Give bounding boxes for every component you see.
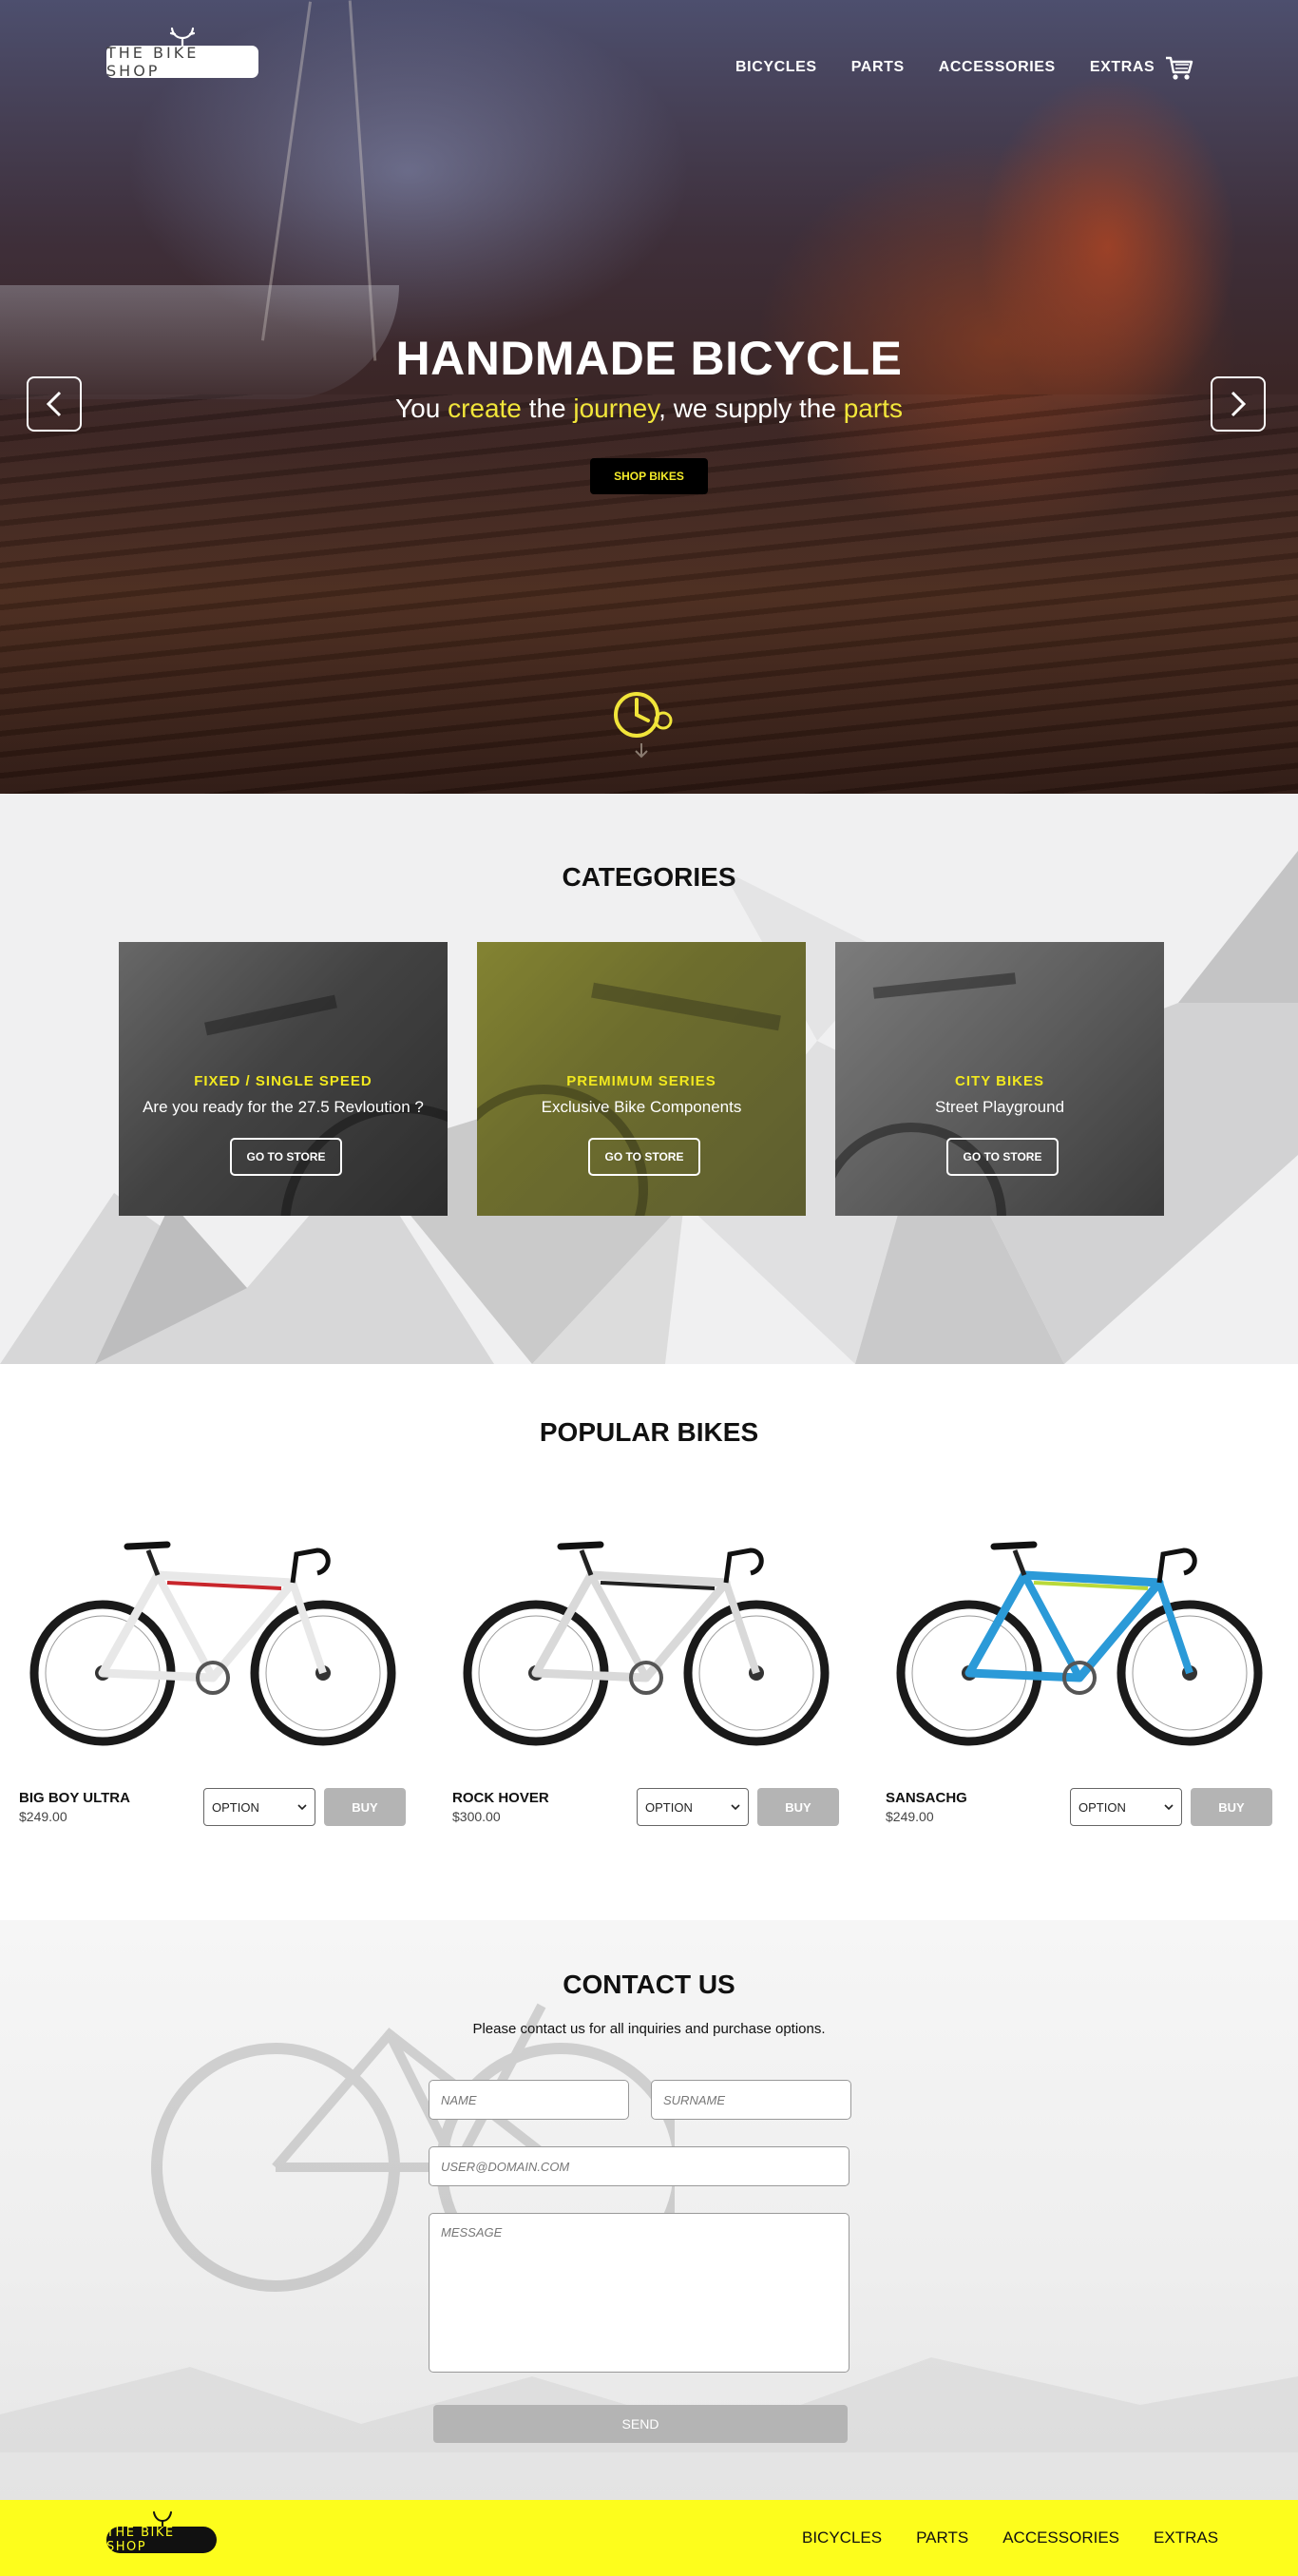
- bike-handlebar: [1156, 1548, 1197, 1584]
- bike-name: ROCK HOVER: [452, 1790, 549, 1806]
- bike-price: $249.00: [19, 1809, 67, 1824]
- hero-title: HANDMADE BICYCLE: [395, 332, 903, 385]
- bike-seat-post: [145, 1549, 161, 1576]
- bike-option-value: OPTION: [645, 1799, 693, 1815]
- category-card-city[interactable]: CITY BIKES Street Playground GO TO STORE: [835, 942, 1164, 1216]
- chevron-down-icon: [1164, 1804, 1174, 1811]
- hero-subtitle-text: , we supply the: [659, 394, 844, 423]
- bike-frame-tubes: [154, 1573, 327, 1680]
- bike-card: BIG BOY ULTRA $249.00 OPTION BUY: [15, 1516, 409, 1868]
- footer-nav-item-bicycles[interactable]: BICYCLES: [802, 2528, 882, 2547]
- bike-image[interactable]: [449, 1516, 842, 1763]
- go-to-store-button[interactable]: GO TO STORE: [230, 1138, 342, 1176]
- footer-nav-item-extras[interactable]: EXTRAS: [1154, 2528, 1218, 2547]
- category-subtitle: Street Playground: [934, 1098, 1065, 1116]
- contact-subtitle: Please contact us for all inquiries and …: [472, 2021, 826, 2037]
- contact-title: CONTACT US: [563, 1970, 735, 1999]
- surname-field-placeholder: SURNAME: [663, 2092, 726, 2107]
- bike-seat-post: [579, 1549, 594, 1576]
- nav-item-parts[interactable]: PARTS: [851, 59, 905, 76]
- bike-frame: [531, 1570, 731, 1682]
- contact-section: CONTACT US Please contact us for all inq…: [0, 1920, 1298, 2500]
- bike-option-select[interactable]: OPTION: [203, 1788, 315, 1826]
- chevron-down-icon: [731, 1804, 740, 1811]
- buy-button[interactable]: BUY: [1191, 1788, 1272, 1826]
- categories-section: CATEGORIES FIXED / SINGLE SPEED Are you …: [0, 794, 1298, 1364]
- footer-nav: BICYCLES PARTS ACCESSORIES EXTRAS: [802, 2528, 1218, 2547]
- bike-handlebar: [290, 1548, 331, 1584]
- stopwatch-scroll-icon[interactable]: [606, 686, 677, 766]
- bike-card: ROCK HOVER $300.00 OPTION BUY: [449, 1516, 842, 1868]
- category-title: FIXED / SINGLE SPEED: [194, 1073, 372, 1089]
- name-field[interactable]: NAME: [429, 2080, 629, 2120]
- cart-icon[interactable]: [1165, 55, 1193, 82]
- category-title: CITY BIKES: [955, 1073, 1044, 1089]
- nav-item-bicycles[interactable]: BICYCLES: [735, 59, 817, 76]
- bike-price: $249.00: [886, 1809, 934, 1824]
- bike-name: BIG BOY ULTRA: [19, 1790, 130, 1806]
- category-subtitle: Are you ready for the 27.5 Revloution ?: [143, 1098, 424, 1116]
- footer-logo-text: THE BIKE SHOP: [106, 2526, 175, 2554]
- buy-button[interactable]: BUY: [324, 1788, 406, 1826]
- categories-title: CATEGORIES: [562, 862, 736, 892]
- message-field[interactable]: MESSAGE: [429, 2213, 849, 2373]
- bike-option-value: OPTION: [212, 1799, 259, 1815]
- site-footer: THE BIKE SHOP BICYCLES PARTS ACCESSORIES…: [0, 2500, 1298, 2576]
- email-field[interactable]: USER@DOMAIN.COM: [429, 2146, 849, 2186]
- go-to-store-button[interactable]: GO TO STORE: [946, 1138, 1059, 1176]
- bike-frame-tubes: [587, 1573, 760, 1680]
- message-field-placeholder: MESSAGE: [441, 2225, 503, 2240]
- hero-subtitle-text: You: [395, 394, 449, 423]
- hero-subtitle: You create the journey, we supply the pa…: [0, 394, 1298, 424]
- category-title: PREMIMUM SERIES: [566, 1073, 716, 1089]
- bike-price: $300.00: [452, 1809, 501, 1824]
- bike-card: SANSACHG $249.00 OPTION BUY: [882, 1516, 1275, 1868]
- bike-option-select[interactable]: OPTION: [1070, 1788, 1182, 1826]
- site-logo-text: THE BIKE SHOP: [106, 44, 200, 80]
- bike-image[interactable]: [15, 1516, 409, 1763]
- popular-bikes-section: POPULAR BIKES BIG BOY ULTRA $249.00 OPTI…: [0, 1364, 1298, 1920]
- site-logo[interactable]: THE BIKE SHOP: [106, 44, 258, 80]
- bike-saddle: [990, 1541, 1038, 1550]
- bike-frame: [98, 1570, 297, 1682]
- category-card-premium[interactable]: PREMIMUM SERIES Exclusive Bike Component…: [477, 942, 806, 1216]
- bike-handlebar: [723, 1548, 764, 1584]
- bike-option-value: OPTION: [1078, 1799, 1126, 1815]
- chevron-down-icon: [297, 1804, 307, 1811]
- go-to-store-button[interactable]: GO TO STORE: [588, 1138, 700, 1176]
- bike-option-select[interactable]: OPTION: [637, 1788, 749, 1826]
- bike-frame-tubes: [1021, 1573, 1193, 1680]
- category-grid: FIXED / SINGLE SPEED Are you ready for t…: [119, 942, 1164, 1216]
- hero-subtitle-highlight: create: [448, 394, 522, 423]
- footer-nav-item-parts[interactable]: PARTS: [916, 2528, 968, 2547]
- bike-saddle: [124, 1541, 171, 1550]
- category-card-fixed[interactable]: FIXED / SINGLE SPEED Are you ready for t…: [119, 942, 448, 1216]
- main-nav: BICYCLES PARTS ACCESSORIES EXTRAS: [735, 59, 1155, 76]
- name-field-placeholder: NAME: [441, 2092, 477, 2107]
- shop-bikes-button[interactable]: SHOP BIKES: [590, 458, 708, 494]
- surname-field[interactable]: SURNAME: [651, 2080, 851, 2120]
- bike-name: SANSACHG: [886, 1790, 967, 1806]
- bike-grid: BIG BOY ULTRA $249.00 OPTION BUY ROCK HO…: [15, 1516, 1275, 1868]
- hero-subtitle-text: the: [521, 394, 574, 423]
- hero-subtitle-highlight: journey: [573, 394, 659, 423]
- hero-section: THE BIKE SHOP BICYCLES PARTS ACCESSORIES…: [0, 0, 1298, 794]
- nav-item-extras[interactable]: EXTRAS: [1090, 59, 1155, 76]
- buy-button[interactable]: BUY: [757, 1788, 839, 1826]
- footer-logo[interactable]: THE BIKE SHOP: [106, 2526, 217, 2554]
- popular-bikes-title: POPULAR BIKES: [539, 1417, 759, 1447]
- category-subtitle: Exclusive Bike Components: [541, 1098, 742, 1116]
- bike-frame: [964, 1570, 1164, 1682]
- bike-image[interactable]: [882, 1516, 1275, 1763]
- bike-seat-post: [1012, 1549, 1027, 1576]
- footer-nav-item-accessories[interactable]: ACCESSORIES: [1002, 2528, 1119, 2547]
- send-button[interactable]: SEND: [433, 2405, 848, 2443]
- hero-subtitle-highlight: parts: [843, 394, 903, 423]
- bike-saddle: [557, 1541, 604, 1550]
- nav-item-accessories[interactable]: ACCESSORIES: [939, 59, 1056, 76]
- email-field-placeholder: USER@DOMAIN.COM: [441, 2159, 570, 2174]
